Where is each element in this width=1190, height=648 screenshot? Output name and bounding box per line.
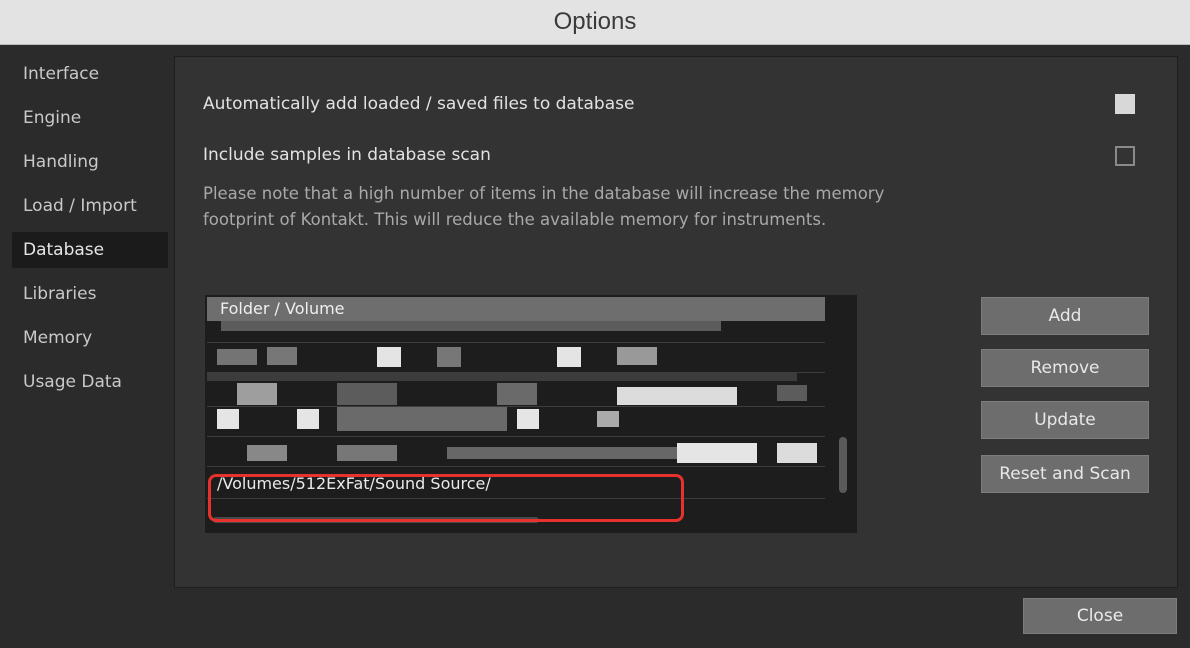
redacted-block: [497, 383, 537, 405]
sidebar-item-usage-data[interactable]: Usage Data: [12, 364, 168, 400]
sidebar-item-database[interactable]: Database: [12, 232, 168, 268]
sidebar-item-load-import[interactable]: Load / Import: [12, 188, 168, 224]
include-samples-label: Include samples in database scan: [203, 145, 491, 165]
redacted-block: [237, 383, 277, 405]
table-row[interactable]: [207, 343, 825, 373]
table-row[interactable]: [207, 317, 825, 343]
redacted-block: [557, 347, 581, 367]
red-highlight-annotation: [208, 474, 684, 522]
redacted-block: [267, 347, 297, 365]
redacted-block: [217, 409, 239, 429]
redacted-block: [517, 409, 539, 429]
sidebar-item-handling[interactable]: Handling: [12, 144, 168, 180]
close-button[interactable]: Close: [1023, 598, 1177, 634]
table-row[interactable]: [207, 373, 825, 407]
redacted-text: [447, 447, 687, 459]
sidebar-item-interface[interactable]: Interface: [12, 56, 168, 92]
redacted-block: [677, 443, 757, 463]
redacted-block: [377, 347, 401, 367]
redacted-block: [337, 445, 397, 461]
redacted-block: [777, 443, 817, 463]
auto-add-checkbox[interactable]: [1115, 94, 1135, 114]
vertical-scrollbar[interactable]: [839, 437, 847, 493]
redacted-block: [247, 445, 287, 461]
redacted-block: [437, 347, 461, 367]
remove-button[interactable]: Remove: [981, 349, 1149, 387]
window-title: Options: [553, 8, 637, 35]
options-sidebar: Interface Engine Handling Load / Import …: [12, 56, 168, 408]
redacted-block: [207, 373, 797, 381]
update-button[interactable]: Update: [981, 401, 1149, 439]
redacted-block: [617, 347, 657, 365]
redacted-block: [617, 387, 737, 405]
redacted-block: [337, 407, 507, 431]
table-row[interactable]: [207, 407, 825, 437]
table-row[interactable]: [207, 437, 825, 467]
add-button[interactable]: Add: [981, 297, 1149, 335]
auto-add-label: Automatically add loaded / saved files t…: [203, 94, 635, 114]
redacted-text: [221, 321, 721, 331]
include-samples-checkbox[interactable]: [1115, 146, 1135, 166]
redacted-text: [777, 385, 807, 401]
sidebar-item-memory[interactable]: Memory: [12, 320, 168, 356]
sidebar-item-libraries[interactable]: Libraries: [12, 276, 168, 312]
redacted-block: [337, 383, 397, 405]
memory-note: Please note that a high number of items …: [203, 184, 885, 229]
sidebar-item-engine[interactable]: Engine: [12, 100, 168, 136]
redacted-text: [217, 349, 257, 365]
redacted-block: [597, 411, 619, 427]
redacted-block: [297, 409, 319, 429]
window-title-bar: Options: [0, 0, 1190, 45]
reset-and-scan-button[interactable]: Reset and Scan: [981, 455, 1149, 493]
